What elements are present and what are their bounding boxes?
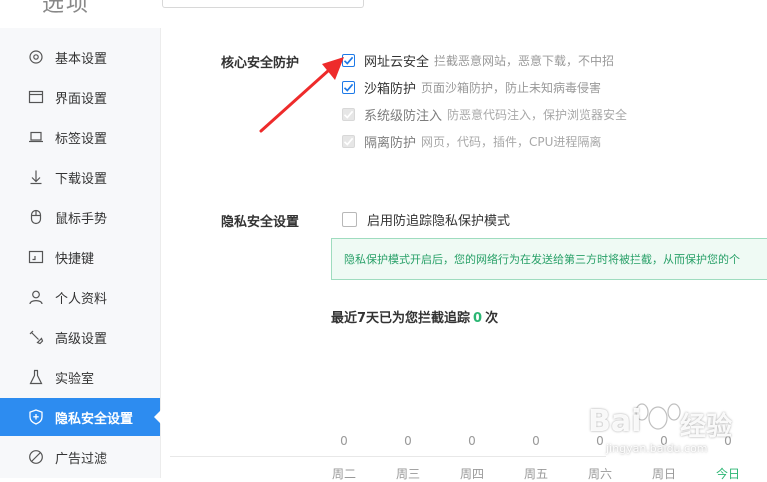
chart-value-label: 0 [660,434,668,448]
option-system-anti-injection: 系统级防注入 防恶意代码注入，保护浏览器安全 [342,105,628,124]
sidebar-item-lab[interactable]: 实验室 [0,358,160,396]
option-title: 网址云安全 [364,54,430,70]
option-description: 网页，代码，插件，CPU进程隔离 [421,134,602,149]
chart-category-label: 周六 [587,467,612,481]
option-isolation-protection: 隔离防护 网页，代码，插件，CPU进程隔离 [342,132,602,151]
shield-icon [26,407,46,427]
privacy-mode-notice: 隐私保护模式开启后，您的网络行为在发送给第三方时将被拦截，从而保护您的个 [331,238,767,280]
checkbox[interactable] [342,211,357,227]
option-description: 防恶意代码注入，保护浏览器安全 [447,107,628,122]
sidebar-item-basic-settings[interactable]: 基本设置 [0,38,160,76]
sidebar-item-label: 高级设置 [55,331,108,347]
sidebar-item-label: 标签设置 [55,131,108,147]
sidebar-item-label: 个人资料 [55,291,108,307]
window-title: 选项 [42,0,91,17]
chart-category-label: 周三 [395,467,420,481]
option-title: 系统级防注入 [364,108,443,124]
sidebar-item-label: 快捷键 [55,251,95,267]
shortcut-icon [26,247,46,267]
window-icon [26,87,46,107]
red-arrow-annotation [259,57,344,133]
sidebar-item-shortcuts[interactable]: 快捷键 [0,238,160,276]
chart-category-label: 周四 [459,467,484,481]
chart-value-label: 0 [532,434,540,448]
option-anti-tracking[interactable]: 启用防追踪隐私保护模式 [342,210,515,229]
chart-value-label: 0 [340,434,348,448]
option-title: 隔离防护 [364,135,417,151]
sidebar-item-mouse-gestures[interactable]: 鼠标手势 [0,198,160,236]
flask-icon [26,367,46,387]
sidebar-item-download-settings[interactable]: 下载设置 [0,158,160,196]
option-description: 拦截恶意网站，恶意下载，不中招 [434,53,615,68]
chart-category-label: 周日 [651,467,676,481]
sidebar-item-privacy-security[interactable]: 隐私安全设置 [0,398,161,436]
stats-count: 0 [473,311,483,326]
tracking-chart: 0 周二 0 周三 0 周四 0 周五 0 周六 0 周日 0 今日 [161,420,767,481]
stats-suffix: 次 [485,311,499,326]
sidebar-item-label: 下载设置 [55,171,108,187]
mouse-icon [26,207,46,227]
stats-prefix: 最近7天已为您拦截追踪 [331,311,471,326]
sidebar-item-ui-settings[interactable]: 界面设置 [0,78,160,116]
chart-value-label: 0 [468,434,476,448]
download-icon [26,167,46,187]
settings-icon [26,47,46,67]
privacy-security-heading: 隐私安全设置 [221,215,300,230]
sidebar-item-ad-filter[interactable]: 广告过滤 [0,438,160,476]
laptop-icon [26,127,46,147]
sidebar-item-label: 鼠标手势 [55,211,108,227]
sidebar-item-label: 隐私安全设置 [55,411,134,427]
option-title: 沙箱防护 [364,81,417,97]
sidebar-item-label: 实验室 [55,371,95,387]
option-url-cloud-security[interactable]: 网址云安全 拦截恶意网站，恶意下载，不中招 [342,51,615,70]
ban-icon [26,447,46,467]
tracking-stats: 最近7天已为您拦截追踪 0 次 [331,307,498,326]
sidebar-item-label: 基本设置 [55,51,108,67]
chart-category-label: 周五 [523,467,548,481]
settings-panel: 核心安全防护 网址云安全 拦截恶意网站，恶意下载，不中招 沙箱防护 页面沙箱防护… [161,0,767,478]
option-sandbox-protection[interactable]: 沙箱防护 页面沙箱防护，防止未知病毒侵害 [342,78,602,97]
wrench-icon [26,327,46,347]
chart-value-label: 0 [724,434,732,448]
chart-value-label: 0 [596,434,604,448]
sidebar-item-label: 广告过滤 [55,451,108,467]
sidebar-item-profile[interactable]: 个人资料 [0,278,160,316]
chart-value-label: 0 [404,434,412,448]
option-description: 页面沙箱防护，防止未知病毒侵害 [421,80,602,95]
notice-text: 隐私保护模式开启后，您的网络行为在发送给第三方时将被拦截，从而保护您的个 [344,253,740,266]
sidebar-item-advanced-settings[interactable]: 高级设置 [0,318,160,356]
chart-category-label: 周二 [331,467,356,481]
sidebar: 基本设置 界面设置 标签设置 下载设置 鼠标手势 快捷键 个人资料 高级设置 实… [0,28,161,478]
user-icon [26,287,46,307]
chart-category-label: 今日 [715,467,740,481]
option-title: 启用防追踪隐私保护模式 [367,213,511,229]
sidebar-item-label: 界面设置 [55,91,108,107]
sidebar-item-tab-settings[interactable]: 标签设置 [0,118,160,156]
